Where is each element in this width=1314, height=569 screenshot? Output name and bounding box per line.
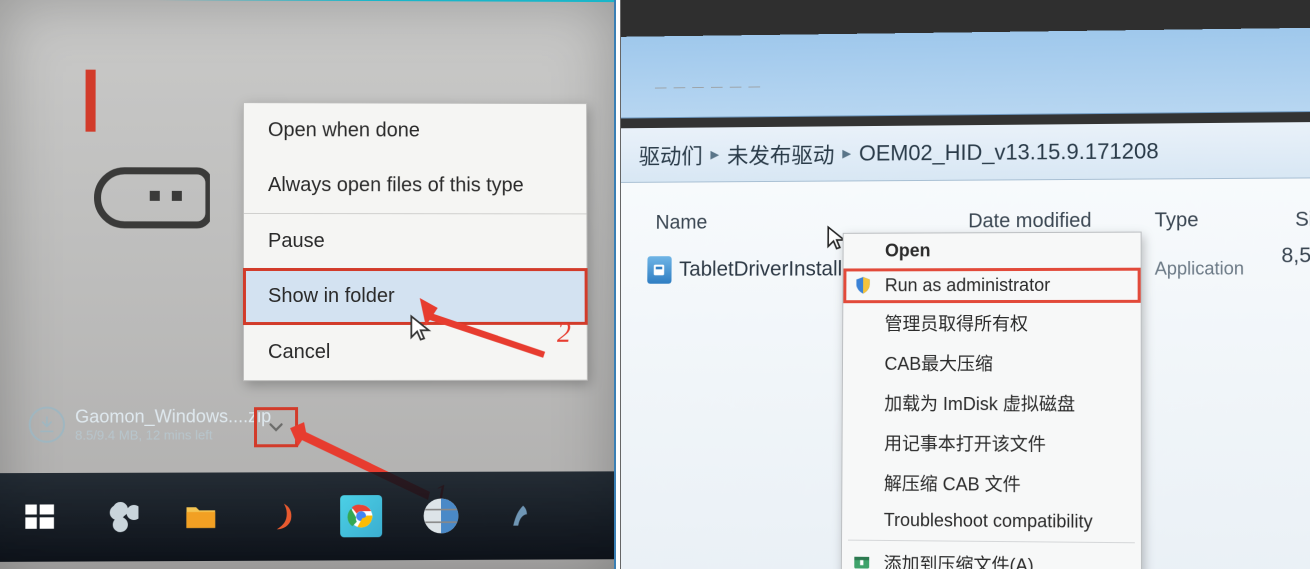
taskbar <box>0 471 616 562</box>
menu-always-open-type[interactable]: Always open files of this type <box>244 158 586 213</box>
file-type: Application <box>1155 258 1263 279</box>
download-options-chevron[interactable] <box>254 407 298 447</box>
chrome-icon[interactable] <box>340 495 382 537</box>
column-header-type[interactable]: Type <box>1155 209 1263 233</box>
menu-pause[interactable]: Pause <box>244 214 587 269</box>
archive-icon <box>852 552 874 569</box>
download-status: 8.5/9.4 MB, 12 mins left <box>75 427 271 443</box>
download-item[interactable]: Gaomon_Windows....zip 8.5/9.4 MB, 12 min… <box>29 406 271 443</box>
menu-admin-ownership[interactable]: 管理员取得所有权 <box>843 303 1141 343</box>
menu-run-as-administrator[interactable]: Run as administrator <box>843 268 1140 304</box>
menu-open-when-done[interactable]: Open when done <box>244 103 586 159</box>
titlebar-dashes: — — — — — — <box>655 79 762 94</box>
menu-open-with-notepad[interactable]: 用记事本打开该文件 <box>842 423 1140 465</box>
breadcrumb-separator-icon: ▸ <box>710 144 719 165</box>
taskbar-app-icon[interactable] <box>500 495 542 537</box>
download-progress-icon <box>29 407 65 443</box>
window-accent-bar <box>0 0 616 2</box>
annotation-label-2: 2 <box>557 318 571 350</box>
breadcrumb-separator-icon: ▸ <box>842 143 851 164</box>
file-explorer-icon[interactable] <box>180 496 222 538</box>
menu-label: 添加到压缩文件(A) ... <box>884 554 1054 569</box>
menu-mount-imdisk[interactable]: 加载为 ImDisk 虚拟磁盘 <box>843 383 1141 424</box>
file-context-menu: Open Run as administrator 管理员取得所有权 CAB最大… <box>841 232 1142 569</box>
menu-open[interactable]: Open <box>844 233 1141 269</box>
installer-icon <box>647 256 671 284</box>
breadcrumb-segment[interactable]: 驱动们 <box>639 139 703 171</box>
right-screenshot: — — — — — — 驱动们 ▸ 未发布驱动 ▸ OEM02_HID_v13.… <box>620 0 1310 569</box>
explorer-content: Name Date modified Type Size TabletDrive… <box>620 178 1310 569</box>
annotation-mark <box>86 70 96 132</box>
column-header-date[interactable]: Date modified <box>968 209 1154 233</box>
breadcrumb-segment[interactable]: OEM02_HID_v13.15.9.171208 <box>859 138 1159 166</box>
file-size: 8,555 K <box>1263 244 1310 293</box>
menu-extract-cab[interactable]: 解压缩 CAB 文件 <box>842 462 1141 504</box>
column-headers: Name Date modified Type Size <box>620 178 1310 241</box>
menu-troubleshoot-compatibility[interactable]: Troubleshoot compatibility <box>842 502 1141 540</box>
menu-label: Run as administrator <box>885 275 1050 295</box>
breadcrumb[interactable]: 驱动们 ▸ 未发布驱动 ▸ OEM02_HID_v13.15.9.171208 <box>620 122 1310 183</box>
breadcrumb-segment[interactable]: 未发布驱动 <box>727 138 835 170</box>
taskbar-app-icon[interactable] <box>99 496 141 538</box>
taskbar-app-icon[interactable] <box>420 495 462 537</box>
column-header-size[interactable]: Size <box>1262 209 1310 233</box>
shield-icon <box>853 275 875 297</box>
window-titlebar: — — — — — — <box>620 27 1310 118</box>
cursor-icon <box>408 314 436 342</box>
download-filename: Gaomon_Windows....zip <box>75 406 271 427</box>
menu-cab-max-compress[interactable]: CAB最大压缩 <box>843 343 1141 383</box>
chevron-down-icon <box>265 416 287 438</box>
column-header-name[interactable]: Name <box>655 210 968 234</box>
left-screenshot: Open when done Always open files of this… <box>0 0 616 569</box>
start-button[interactable] <box>18 496 60 538</box>
usb-drive-icon <box>79 167 210 229</box>
taskbar-app-icon[interactable] <box>260 495 302 537</box>
menu-add-to-archive[interactable]: 添加到压缩文件(A) ... <box>842 543 1141 569</box>
